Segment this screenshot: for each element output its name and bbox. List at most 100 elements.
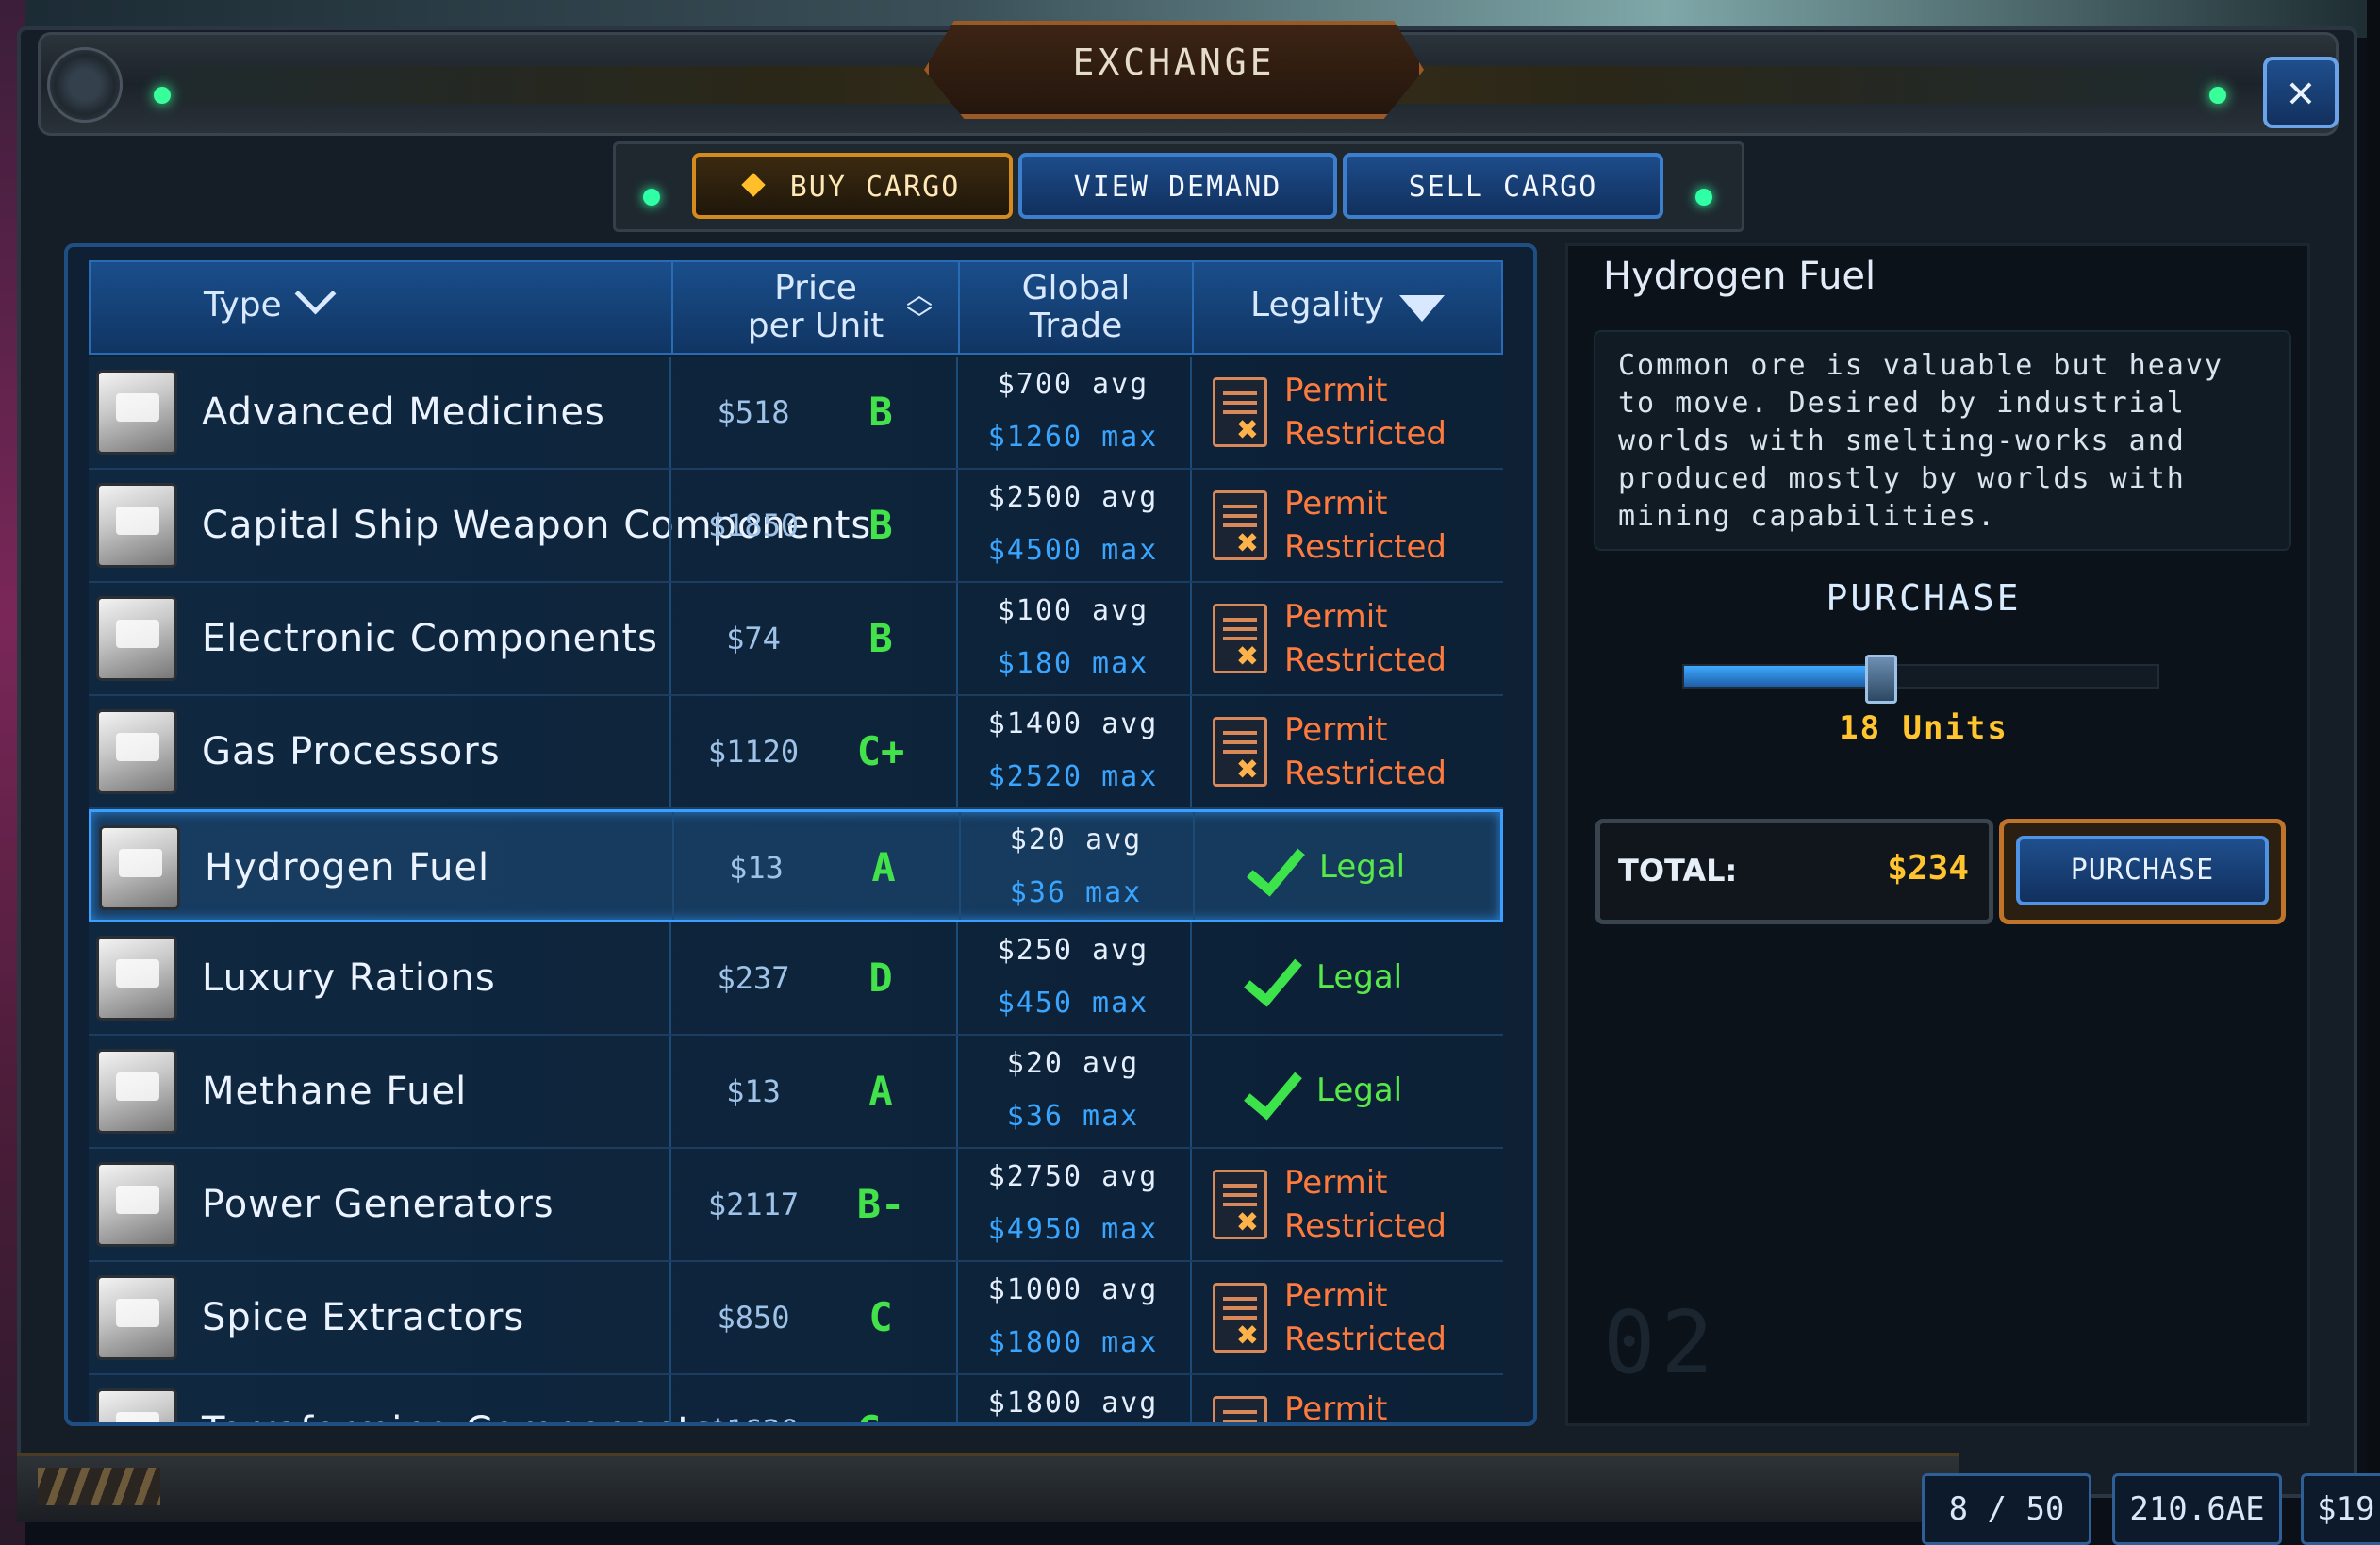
legality-status: Permit — [1284, 1164, 1388, 1202]
header-legality[interactable]: Legality — [1192, 262, 1501, 353]
legality-status: Legal — [1316, 958, 1403, 996]
table-row[interactable]: Methane Fuel $13 A $20 avg $36 max Legal — [89, 1036, 1503, 1149]
global-avg-price: $1000 avg — [987, 1273, 1159, 1306]
restricted-x-icon: ✖ — [1237, 635, 1259, 676]
table-row[interactable]: Power Generators $2117 B- $2750 avg $4950 ma… — [89, 1149, 1503, 1262]
cargo-grade: A — [868, 1068, 893, 1114]
table-row[interactable]: Hydrogen Fuel $13 A $20 avg $36 max Legal — [89, 809, 1503, 922]
description-text: Common ore is valuable but heavy to move… — [1618, 349, 2223, 533]
legality-status-detail: Restricted — [1284, 528, 1447, 566]
legality-status: Permit — [1284, 598, 1388, 636]
cargo-grade: A — [871, 844, 896, 890]
slider-handle[interactable] — [1865, 655, 1897, 704]
header-legality-label: Legality — [1250, 286, 1384, 324]
purchase-heading: PURCHASE — [1826, 577, 2022, 619]
table-row[interactable]: Gas Processors $1120 C+ $1400 avg $2520 max ✖… — [89, 696, 1503, 809]
column-divider — [1190, 1375, 1192, 1422]
column-divider — [669, 357, 671, 468]
tab-label: VIEW DEMAND — [1073, 171, 1282, 204]
restricted-x-icon: ✖ — [1237, 522, 1259, 563]
cargo-crate-icon — [96, 1275, 177, 1360]
cargo-price: $74 — [726, 621, 781, 656]
legality-status-detail: Restricted — [1284, 641, 1447, 679]
global-max-price: $180 max — [997, 647, 1149, 680]
cargo-grade: B — [868, 615, 893, 661]
cargo-price: $1120 — [707, 734, 800, 770]
column-divider — [669, 1375, 671, 1422]
cargo-price: $13 — [729, 850, 784, 886]
global-avg-price: $700 avg — [997, 368, 1149, 401]
total-label: TOTAL: — [1618, 853, 1738, 889]
legality-status: Permit — [1284, 485, 1388, 523]
header-type-label: Type — [204, 286, 282, 324]
legality-status-detail: Restricted — [1284, 1321, 1447, 1358]
header-price[interactable]: Price per Unit ︿ ﹀ — [671, 262, 958, 353]
cargo-crate-icon — [96, 709, 177, 794]
column-divider — [1190, 1149, 1192, 1260]
cargo-grade: C- — [824, 1407, 937, 1422]
background-edge — [2367, 0, 2380, 1545]
table-row[interactable]: Electronic Components $74 B $100 avg $180 ma… — [89, 583, 1503, 696]
table-row[interactable]: Terraforming Components$1630C-$1800 avg✖… — [89, 1375, 1503, 1426]
cargo-price: $1850 — [707, 507, 800, 543]
status-light-icon — [2209, 87, 2226, 104]
cargo-price: $13 — [726, 1073, 781, 1109]
column-divider — [669, 470, 671, 581]
table-row[interactable]: Capital Ship Weapon Components $1850 B $250… — [89, 470, 1503, 583]
legality-status: Permit — [1284, 1390, 1388, 1426]
tab-sell-cargo[interactable]: SELL CARGO — [1343, 153, 1663, 219]
cargo-capacity: 8 / 50 — [1922, 1473, 2091, 1545]
column-divider — [669, 1036, 671, 1147]
global-avg-price: $250 avg — [997, 934, 1149, 967]
header-global-line2: Trade — [1029, 307, 1123, 345]
column-divider — [1193, 812, 1195, 920]
diamond-icon — [740, 172, 766, 197]
table-row[interactable]: Advanced Medicines $518 B $700 avg $1260 max… — [89, 357, 1503, 470]
money-readout: $19 — [2301, 1473, 2380, 1545]
tab-light-icon — [643, 189, 660, 206]
global-max-price: $4950 max — [987, 1213, 1159, 1246]
quantity-slider[interactable] — [1682, 655, 2159, 704]
window-title: EXCHANGE — [1072, 42, 1276, 83]
checkmark-icon — [1244, 945, 1302, 1007]
cargo-price: $237 — [717, 960, 790, 996]
table-row[interactable]: Luxury Rations $237 D $250 avg $450 max Legal — [89, 922, 1503, 1036]
legality-status-detail: Restricted — [1284, 415, 1447, 453]
column-divider — [669, 922, 671, 1034]
cargo-name: Spice Extractors — [202, 1296, 525, 1339]
restricted-x-icon: ✖ — [1237, 1314, 1259, 1355]
global-max-price: $2520 max — [987, 760, 1159, 793]
close-icon: ✕ — [2287, 65, 2315, 118]
cargo-table-panel: Type Price per Unit ︿ ﹀ Global Trade Lega… — [64, 243, 1537, 1426]
global-avg-price: $2500 avg — [987, 481, 1159, 514]
cargo-grade: D — [868, 955, 893, 1001]
column-divider — [1190, 470, 1192, 581]
global-avg-price: $20 avg — [1009, 823, 1143, 856]
restricted-x-icon: ✖ — [1237, 1201, 1259, 1242]
restricted-x-icon: ✖ — [1237, 748, 1259, 789]
legality-status: Permit — [1284, 711, 1388, 749]
global-avg-price: $20 avg — [1006, 1047, 1140, 1080]
hazard-stripes — [38, 1468, 160, 1505]
header-type[interactable]: Type — [91, 262, 671, 353]
permit-document-icon — [1213, 1396, 1267, 1422]
table-row[interactable]: Spice Extractors $850 C $1000 avg $1800 max ✖… — [89, 1262, 1503, 1375]
panel-watermark: 02 — [1603, 1292, 1719, 1393]
distance-readout: 210.6AE — [2112, 1473, 2282, 1545]
cargo-grade: C — [868, 1294, 893, 1340]
legality-status: Permit — [1284, 372, 1388, 409]
column-divider — [669, 583, 671, 694]
close-button[interactable]: ✕ — [2263, 57, 2339, 128]
tab-view-demand[interactable]: VIEW DEMAND — [1018, 153, 1337, 219]
sort-down-icon — [294, 273, 337, 315]
cargo-name: Power Generators — [202, 1183, 554, 1226]
purchase-button[interactable]: PURCHASE — [2016, 836, 2269, 905]
restricted-x-icon: ✖ — [1237, 408, 1259, 450]
cargo-crate-icon — [96, 1049, 177, 1134]
header-global-line1: Global — [1021, 269, 1131, 307]
cargo-name: Luxury Rations — [202, 956, 496, 1000]
filter-icon — [1398, 295, 1445, 322]
global-max-price: $36 max — [1009, 876, 1143, 909]
total-value: $234 — [1887, 849, 1969, 888]
tab-buy-cargo[interactable]: BUY CARGO — [692, 153, 1013, 219]
